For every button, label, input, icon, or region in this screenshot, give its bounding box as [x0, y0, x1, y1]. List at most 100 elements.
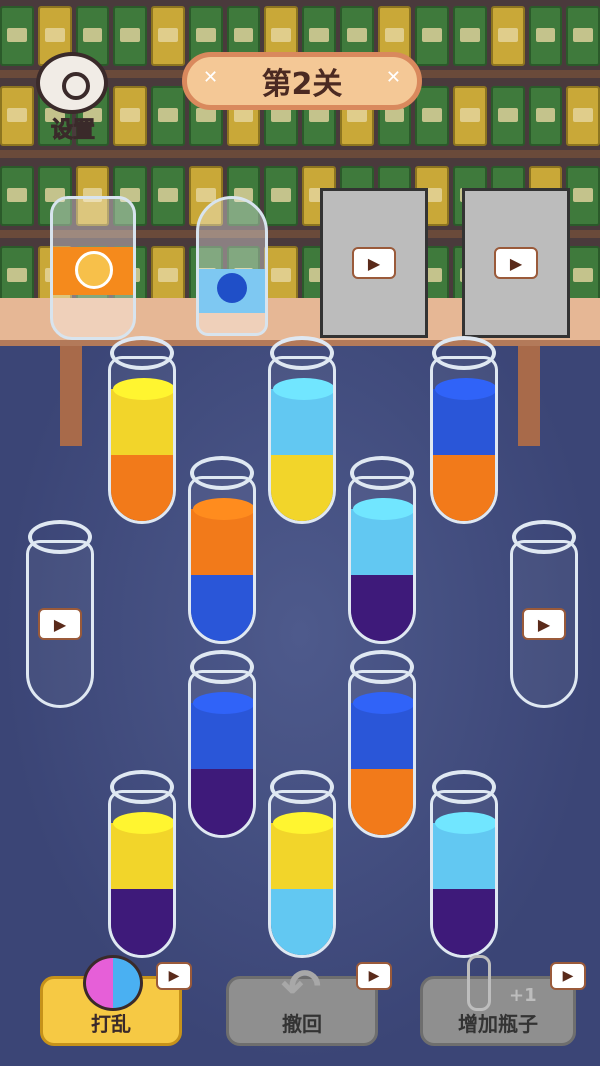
level-title: 第2关: [261, 67, 343, 102]
settings-button[interactable]: 设置: [32, 52, 112, 144]
tube-glass: [430, 356, 498, 524]
orange-slice-icon: [75, 251, 113, 289]
tube-9[interactable]: [266, 770, 338, 960]
tube-opening: [350, 650, 414, 684]
liquid-surface: [435, 378, 495, 400]
tube-opening: [270, 336, 334, 370]
background-can: [151, 246, 185, 306]
tube-2[interactable]: [266, 336, 338, 526]
background-can: [0, 166, 34, 226]
video-camera-icon: ▶: [352, 247, 396, 279]
background-can: [0, 6, 34, 66]
liquid-layer-purple: [433, 889, 495, 955]
tube-opening: [512, 520, 576, 554]
gift-bag-2[interactable]: ▶: [462, 188, 570, 338]
liquid-layer-purple: [111, 889, 173, 955]
liquid-surface: [113, 378, 173, 400]
tube-3[interactable]: [186, 456, 258, 646]
add-bottle-badge: +1: [509, 985, 537, 1006]
table-leg-right: [518, 346, 540, 446]
tube-8[interactable]: [106, 770, 178, 960]
liquid-layer-lightblue: [271, 889, 333, 955]
tube-glass: [348, 670, 416, 838]
tube-locked-right[interactable]: ▶: [508, 520, 580, 710]
video-camera-icon: ▶: [156, 962, 192, 990]
tube-locked-left[interactable]: ▶: [24, 520, 96, 710]
background-can: [415, 6, 449, 66]
liquid-layer-purple: [191, 769, 253, 835]
tube-4[interactable]: [428, 336, 500, 526]
background-can: [264, 166, 298, 226]
background-can: [528, 86, 563, 146]
orange-jar-skin[interactable]: [50, 196, 136, 340]
liquid-surface: [273, 378, 333, 400]
liquid-surface: [193, 692, 253, 714]
settings-label: 设置: [50, 118, 95, 144]
tube-glass: [430, 790, 498, 958]
tube-glass: [268, 356, 336, 524]
background-can: [151, 86, 185, 146]
background-can: [0, 86, 34, 146]
table-leg-left: [60, 346, 82, 446]
tube-glass: [188, 476, 256, 644]
tube-opening: [432, 336, 496, 370]
background-can: [490, 6, 525, 66]
liquid-surface: [193, 498, 253, 520]
gear-icon: [36, 52, 108, 114]
liquid-layer-purple: [351, 575, 413, 641]
tube-glass: [108, 790, 176, 958]
background-can: [528, 6, 563, 66]
shelf-plank: [0, 150, 600, 158]
liquid-layer-yellow: [271, 455, 333, 521]
liquid-layer-orange: [111, 455, 173, 521]
tube-opening: [270, 770, 334, 804]
tube-glass: [108, 356, 176, 524]
tube-7[interactable]: [346, 650, 418, 840]
tube-1[interactable]: [106, 336, 178, 526]
bottle-icon: [467, 955, 491, 1011]
background-can: [151, 166, 185, 226]
liquid-layer-blue: [191, 575, 253, 641]
liquid-surface: [353, 692, 413, 714]
liquid-layer-orange: [351, 769, 413, 835]
liquid-surface: [273, 812, 333, 834]
shuffle-label: 打乱: [91, 1012, 131, 1036]
background-can: [453, 6, 487, 66]
tube-glass: [188, 670, 256, 838]
background-can: [151, 6, 185, 66]
background-can: [0, 246, 34, 306]
tube-glass: [348, 476, 416, 644]
tube-glass: ▶: [510, 540, 578, 708]
tube-opening: [350, 456, 414, 490]
video-camera-icon: ▶: [356, 962, 392, 990]
tube-opening: [190, 650, 254, 684]
background-can: [264, 246, 298, 306]
undo-button[interactable]: ↶ 撤回: [226, 959, 378, 1046]
tube-glass: ▶: [26, 540, 94, 708]
background-can: [566, 6, 600, 66]
liquid-surface: [353, 498, 413, 520]
gift-bag-1[interactable]: ▶: [320, 188, 428, 338]
video-camera-icon: ▶: [550, 962, 586, 990]
shuffle-arrows-icon: [83, 955, 143, 1011]
background-can: [566, 246, 600, 306]
tube-opening: [28, 520, 92, 554]
video-camera-icon: ▶: [494, 247, 538, 279]
tube-opening: [190, 456, 254, 490]
level-banner: 第2关: [182, 52, 422, 110]
tube-6[interactable]: [186, 650, 258, 840]
undo-arrow-icon: ↶: [281, 959, 322, 1015]
tube-opening: [110, 770, 174, 804]
background-can: [113, 6, 147, 66]
background-can: [453, 86, 487, 146]
tube-opening: [110, 336, 174, 370]
liquid-surface: [435, 812, 495, 834]
tube-5[interactable]: [346, 456, 418, 646]
tube-10[interactable]: [428, 770, 500, 960]
blueberry-icon: [217, 273, 247, 303]
background-can: [566, 86, 600, 146]
background-can: [566, 166, 600, 226]
tube-glass: [268, 790, 336, 958]
video-camera-icon: ▶: [38, 608, 82, 640]
blueberry-cup-skin[interactable]: [196, 196, 268, 336]
